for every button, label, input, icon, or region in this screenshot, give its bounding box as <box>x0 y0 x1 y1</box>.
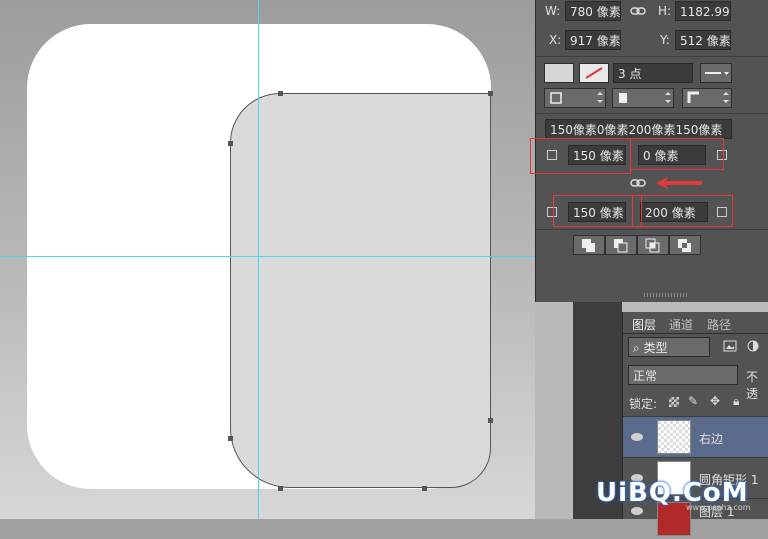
y-position-field[interactable]: 512 像素 <box>675 30 731 50</box>
no-stroke-icon <box>585 67 603 79</box>
path-anchor-point[interactable] <box>228 141 233 146</box>
tab-channels[interactable]: 通道 <box>669 316 693 333</box>
gray-rounded-rectangle-shape[interactable] <box>230 93 491 488</box>
combine-shapes-icon <box>582 239 595 252</box>
canvas-gray-strip <box>535 302 573 519</box>
stroke-corners-dropdown[interactable] <box>682 88 732 108</box>
stroke-type-dropdown[interactable] <box>700 63 732 83</box>
highlight-box-br <box>632 195 733 227</box>
red-arrow-annotation-icon <box>656 177 702 189</box>
panel-resize-grip[interactable] <box>644 293 688 297</box>
path-anchor-point[interactable] <box>278 486 283 491</box>
filter-kind-dropdown[interactable]: ⌕ 类型 <box>628 337 710 357</box>
divider <box>536 56 768 57</box>
exclude-shapes-icon <box>678 239 691 252</box>
x-label: X: <box>549 33 562 47</box>
y-label: Y: <box>660 33 670 47</box>
opacity-label: 不透 <box>746 370 759 401</box>
path-anchor-point[interactable] <box>488 418 493 423</box>
tab-paths[interactable]: 路径 <box>707 316 731 333</box>
visibility-eye-icon[interactable] <box>631 507 643 515</box>
stroke-width-field[interactable]: 3 点 <box>613 63 693 83</box>
width-field[interactable]: 780 像素 <box>565 1 621 21</box>
link-icon[interactable] <box>630 5 646 17</box>
width-label: W: <box>545 4 561 18</box>
layer-name[interactable]: 右边 <box>699 430 723 447</box>
fill-color-swatch[interactable] <box>544 63 574 83</box>
path-combine-button[interactable] <box>573 235 605 255</box>
stroke-color-swatch[interactable] <box>579 63 609 83</box>
lock-label: 锁定: <box>629 397 658 411</box>
lock-all-icon[interactable]: 🔒︎ <box>733 394 739 409</box>
visibility-eye-icon[interactable] <box>631 433 643 441</box>
divider <box>536 113 768 114</box>
stroke-align-icon <box>550 92 603 104</box>
divider <box>623 333 768 334</box>
stroke-align-dropdown[interactable] <box>544 88 606 108</box>
divider <box>536 229 768 230</box>
image-filter-icon[interactable] <box>723 340 737 352</box>
layer-row-selected[interactable]: 右边 <box>623 416 768 457</box>
path-anchor-point[interactable] <box>278 91 283 96</box>
tab-layers[interactable]: 图层 <box>632 316 656 333</box>
path-exclude-button[interactable] <box>669 235 701 255</box>
highlight-box-tl <box>530 138 631 174</box>
link-radii-icon[interactable] <box>630 177 646 189</box>
height-field[interactable]: 1182.99 像 <box>675 1 731 21</box>
path-anchor-point[interactable] <box>228 436 233 441</box>
adjustment-filter-icon[interactable] <box>747 340 759 352</box>
search-icon: ⌕ <box>633 341 644 355</box>
intersect-shapes-icon <box>645 238 660 253</box>
watermark-url: www.psahz.com <box>686 503 751 512</box>
path-subtract-button[interactable] <box>605 235 637 255</box>
subtract-shapes-icon <box>614 239 628 253</box>
line-style-icon <box>705 72 729 75</box>
path-anchor-point[interactable] <box>422 486 427 491</box>
height-label: H: <box>658 4 672 18</box>
path-anchor-point[interactable] <box>488 91 493 96</box>
stroke-caps-dropdown[interactable] <box>612 88 674 108</box>
properties-panel: W: 780 像素 H: 1182.99 像 X: 917 像素 Y: 512 … <box>530 0 768 302</box>
corner-radii-summary: 150像素0像素200像素150像素 <box>545 119 732 139</box>
highlight-box-tr <box>630 138 724 170</box>
layer-thumbnail <box>657 420 691 454</box>
vertical-guide[interactable] <box>258 0 259 519</box>
lock-pixels-icon[interactable]: ✎ <box>688 394 698 408</box>
path-intersect-button[interactable] <box>637 235 669 255</box>
highlight-box-bl <box>553 195 642 227</box>
lock-transparency-icon[interactable] <box>669 397 679 407</box>
lock-position-icon[interactable]: ✥ <box>710 394 720 408</box>
x-position-field[interactable]: 917 像素 <box>565 30 621 50</box>
stroke-corners-icon <box>687 91 729 103</box>
stroke-caps-icon <box>619 92 671 103</box>
filter-kind-label: 类型 <box>643 341 668 355</box>
blend-mode-dropdown[interactable]: 正常 <box>628 365 738 385</box>
